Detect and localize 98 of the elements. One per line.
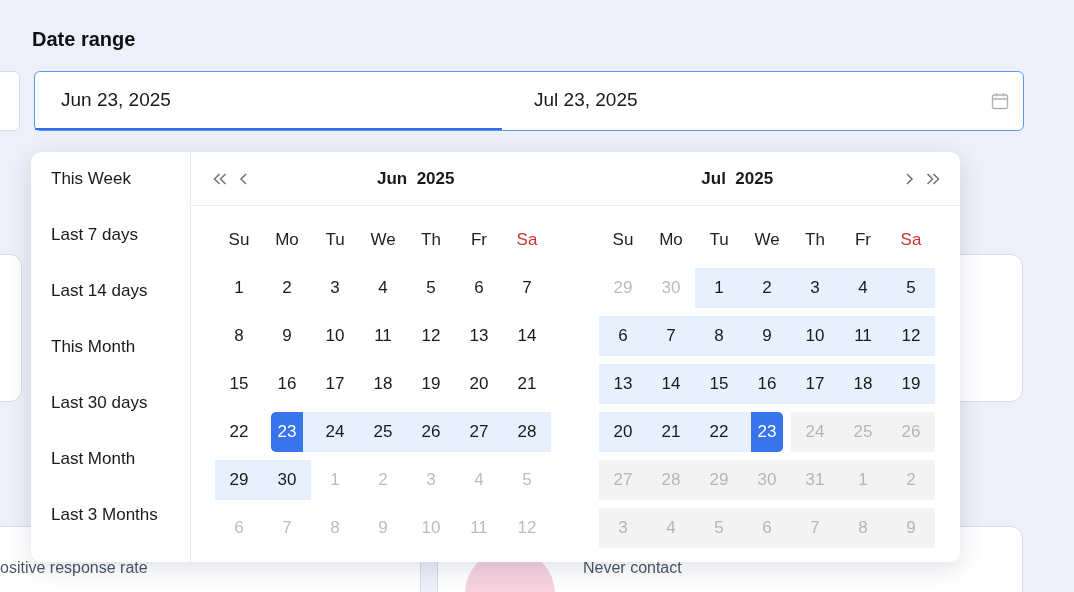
date-cell[interactable]: 14 xyxy=(503,316,551,356)
date-cell[interactable]: 30 xyxy=(263,460,311,500)
date-cell[interactable]: 11 xyxy=(839,316,887,356)
card-label: Never contact xyxy=(583,559,682,577)
weekday-label: Tu xyxy=(324,229,346,251)
date-cell[interactable]: 17 xyxy=(311,364,359,404)
date-cell: 29 xyxy=(695,460,743,500)
weekday-label: We xyxy=(753,229,781,251)
preset-option[interactable]: This Week xyxy=(31,165,190,221)
end-date-input[interactable]: Jul 23, 2025 xyxy=(502,72,802,130)
date-cell[interactable]: 10 xyxy=(311,316,359,356)
date-cell[interactable]: 26 xyxy=(407,412,455,452)
start-date-input[interactable]: Jun 23, 2025 xyxy=(35,72,502,130)
date-cell[interactable]: 3 xyxy=(311,268,359,308)
date-cell[interactable]: 7 xyxy=(647,316,695,356)
weekday-label: Tu xyxy=(708,229,730,251)
date-cell: 4 xyxy=(647,508,695,548)
date-cell[interactable]: 27 xyxy=(455,412,503,452)
date-cell[interactable]: 18 xyxy=(359,364,407,404)
date-cell[interactable]: 29 xyxy=(215,460,263,500)
date-cell[interactable]: 19 xyxy=(887,364,935,404)
date-cell[interactable]: 13 xyxy=(599,364,647,404)
date-cell: 2 xyxy=(887,460,935,500)
date-cell[interactable]: 16 xyxy=(743,364,791,404)
date-cell[interactable]: 8 xyxy=(215,316,263,356)
date-cell[interactable]: 19 xyxy=(407,364,455,404)
weekday-label: Fr xyxy=(469,229,488,251)
date-cell[interactable]: 2 xyxy=(743,268,791,308)
preset-option[interactable]: Last 7 days xyxy=(31,221,190,277)
date-cell[interactable]: 3 xyxy=(791,268,839,308)
date-cell[interactable]: 1 xyxy=(695,268,743,308)
date-cell: 9 xyxy=(887,508,935,548)
weekday-label: Th xyxy=(804,229,826,251)
date-cell[interactable]: 5 xyxy=(407,268,455,308)
date-cell[interactable]: 22 xyxy=(215,412,263,452)
date-cell[interactable]: 28 xyxy=(503,412,551,452)
date-cell[interactable]: 8 xyxy=(695,316,743,356)
date-cell[interactable]: 10 xyxy=(791,316,839,356)
date-cell[interactable]: 4 xyxy=(359,268,407,308)
date-cell: 30 xyxy=(743,460,791,500)
date-cell[interactable]: 18 xyxy=(839,364,887,404)
date-cell[interactable]: 5 xyxy=(887,268,935,308)
date-cell: 6 xyxy=(743,508,791,548)
month-title: Jun 2025 xyxy=(377,168,455,189)
weekday-label: Mo xyxy=(658,229,684,251)
date-cell[interactable]: 13 xyxy=(455,316,503,356)
date-cell: 5 xyxy=(695,508,743,548)
date-cell[interactable]: 6 xyxy=(599,316,647,356)
card-label: ositive response rate xyxy=(0,559,148,577)
date-cell[interactable]: 11 xyxy=(359,316,407,356)
date-cell: 27 xyxy=(599,460,647,500)
date-cell[interactable]: 21 xyxy=(647,412,695,452)
date-cell[interactable]: 12 xyxy=(887,316,935,356)
weekday-label: Su xyxy=(227,229,251,251)
date-cell[interactable]: 4 xyxy=(839,268,887,308)
weekday-label: Sa xyxy=(899,229,923,251)
date-cell: 8 xyxy=(839,508,887,548)
date-cell: 3 xyxy=(599,508,647,548)
weekday-label: We xyxy=(369,229,397,251)
date-cell[interactable]: 20 xyxy=(455,364,503,404)
weekday-label: Sa xyxy=(515,229,539,251)
date-cell[interactable]: 21 xyxy=(503,364,551,404)
date-cell[interactable]: 1 xyxy=(215,268,263,308)
calendar-icon xyxy=(991,92,1009,110)
date-cell[interactable]: 16 xyxy=(263,364,311,404)
date-cell[interactable]: 9 xyxy=(743,316,791,356)
date-cell: 31 xyxy=(791,460,839,500)
date-cell[interactable]: 25 xyxy=(359,412,407,452)
date-cell: 7 xyxy=(791,508,839,548)
weekday-label: Th xyxy=(420,229,442,251)
preset-option[interactable]: Last 3 Months xyxy=(31,501,190,557)
date-cell[interactable]: 15 xyxy=(695,364,743,404)
date-cell: 25 xyxy=(839,412,887,452)
preset-option[interactable]: Last Month xyxy=(31,445,190,501)
date-cell[interactable]: 20 xyxy=(599,412,647,452)
date-cell: 28 xyxy=(647,460,695,500)
weekday-label: Mo xyxy=(274,229,300,251)
weekday-label: Fr xyxy=(853,229,872,251)
date-cell: 1 xyxy=(839,460,887,500)
month-title: Jul 2025 xyxy=(701,168,774,189)
date-cell[interactable]: 6 xyxy=(455,268,503,308)
date-range-field[interactable]: Jun 23, 2025 Jul 23, 2025 xyxy=(34,71,1024,131)
date-cell: 24 xyxy=(791,412,839,452)
weekday-label: Su xyxy=(611,229,635,251)
preset-option[interactable]: Last 30 days xyxy=(31,389,190,445)
date-cell[interactable]: 17 xyxy=(791,364,839,404)
date-cell[interactable]: 9 xyxy=(263,316,311,356)
date-cell[interactable]: 2 xyxy=(263,268,311,308)
date-cell: 26 xyxy=(887,412,935,452)
preset-option[interactable]: Last 14 days xyxy=(31,277,190,333)
date-cell[interactable]: 12 xyxy=(407,316,455,356)
date-cell[interactable]: 24 xyxy=(311,412,359,452)
date-cell[interactable]: 14 xyxy=(647,364,695,404)
date-cell[interactable]: 15 xyxy=(215,364,263,404)
section-title: Date range xyxy=(32,28,137,52)
date-cell[interactable]: 22 xyxy=(695,412,743,452)
date-cell[interactable]: 7 xyxy=(503,268,551,308)
preset-option[interactable]: This Month xyxy=(31,333,190,389)
